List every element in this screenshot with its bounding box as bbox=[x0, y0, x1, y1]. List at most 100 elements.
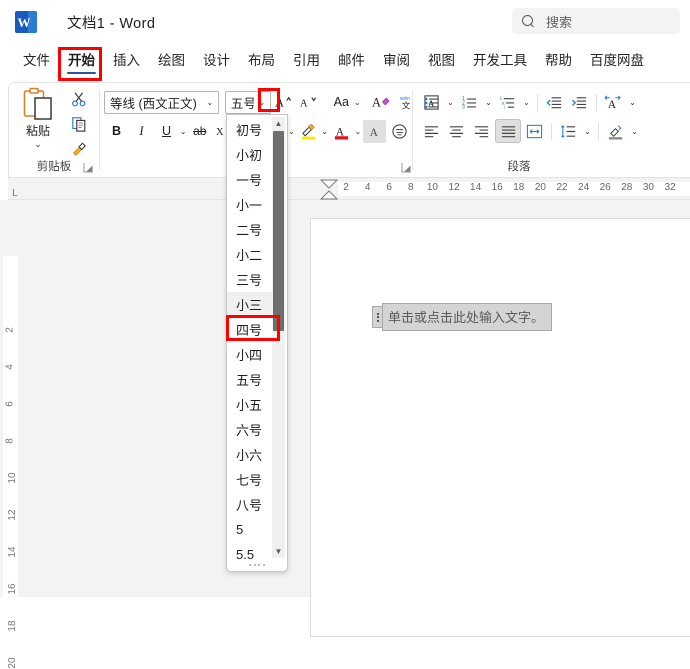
shading-chevron-down-icon[interactable]: ⌄ bbox=[628, 120, 641, 143]
font-size-dropdown-arrow[interactable]: ⌄ bbox=[254, 92, 270, 113]
font-size-option[interactable]: 小二 bbox=[227, 242, 272, 267]
ribbon-tab-design[interactable]: 设计 bbox=[194, 46, 239, 72]
sort-button[interactable]: A bbox=[602, 91, 625, 114]
ribbon-tab-mailings[interactable]: 邮件 bbox=[329, 46, 374, 72]
bold-button[interactable]: B bbox=[105, 120, 128, 143]
font-size-option[interactable]: 5 bbox=[227, 517, 272, 542]
font-size-option[interactable]: 小三 bbox=[227, 292, 272, 317]
cut-button[interactable] bbox=[66, 87, 92, 111]
ribbon-tab-draw[interactable]: 绘图 bbox=[149, 46, 194, 72]
font-size-option[interactable]: 小四 bbox=[227, 342, 272, 367]
indent-markers-icon[interactable] bbox=[319, 179, 339, 201]
sort-chevron-down-icon[interactable]: ⌄ bbox=[626, 91, 639, 114]
bullets-chevron-down-icon[interactable]: ⌄ bbox=[444, 91, 457, 114]
change-case-button[interactable]: Aa bbox=[330, 91, 353, 114]
font-size-option[interactable]: 小五 bbox=[227, 392, 272, 417]
font-size-option[interactable]: 初号 bbox=[227, 117, 272, 142]
chevron-down-icon[interactable]: ⌄ bbox=[34, 140, 42, 149]
ribbon-tab-file[interactable]: 文件 bbox=[14, 46, 59, 72]
font-size-option[interactable]: 五号 bbox=[227, 367, 272, 392]
ribbon-tab-help[interactable]: 帮助 bbox=[536, 46, 581, 72]
ruler-tick-v: 18 bbox=[7, 620, 19, 632]
document-page[interactable] bbox=[310, 218, 690, 637]
ribbon-tab-insert[interactable]: 插入 bbox=[104, 46, 149, 72]
horizontal-ruler[interactable]: 2 4 6 8 10 12 14 16 18 20 22 24 26 28 30 32 bbox=[8, 178, 690, 200]
text-highlight-button[interactable] bbox=[297, 120, 320, 143]
font-size-dropdown[interactable]: 初号 小初 一号 小一 二号 小二 三号 小三 四号 小四 五号 小五 六号 小六 七号 八号 5 5.5 ▲ ▼ bbox=[226, 114, 288, 572]
font-size-option[interactable]: 六号 bbox=[227, 417, 272, 442]
vertical-ruler[interactable]: 2 4 6 8 10 12 14 16 18 20 bbox=[0, 200, 19, 669]
line-spacing-button[interactable] bbox=[557, 120, 580, 143]
dropdown-scrollbar[interactable]: ▲ ▼ bbox=[272, 117, 285, 558]
paragraph-dialog-launcher[interactable] bbox=[401, 162, 412, 173]
font-size-option[interactable]: 一号 bbox=[227, 167, 272, 192]
ruler-tick-h: 26 bbox=[599, 182, 611, 193]
chevron-down-icon[interactable]: ⌄ bbox=[202, 92, 218, 113]
copy-button[interactable] bbox=[66, 112, 92, 136]
font-size-option[interactable]: 小一 bbox=[227, 192, 272, 217]
numbered-list-button[interactable]: 1 2 3 bbox=[458, 91, 481, 114]
font-name-combo[interactable]: 等线 (西文正文) ⌄ bbox=[104, 90, 219, 114]
ruler-tick-h: 28 bbox=[621, 182, 633, 193]
font-size-option[interactable]: 七号 bbox=[227, 467, 272, 492]
scrollbar-thumb[interactable] bbox=[273, 131, 284, 331]
ruler-tick-v: 16 bbox=[7, 583, 19, 595]
ribbon-tab-review[interactable]: 审阅 bbox=[374, 46, 419, 72]
text-effects-chevron-down-icon[interactable]: ⌄ bbox=[287, 120, 295, 143]
tab-stop-marker[interactable]: L bbox=[12, 188, 18, 199]
numbering-chevron-down-icon[interactable]: ⌄ bbox=[482, 91, 495, 114]
line-spacing-chevron-down-icon[interactable]: ⌄ bbox=[581, 120, 594, 143]
content-control-placeholder[interactable]: 单击或点击此处输入文字。 bbox=[372, 302, 553, 332]
align-center-button[interactable] bbox=[445, 120, 468, 143]
font-size-combo[interactable]: 五号 ⌄ bbox=[224, 90, 271, 114]
font-size-option[interactable]: 四号 bbox=[227, 317, 272, 342]
align-left-icon bbox=[423, 123, 440, 140]
shrink-font-button[interactable]: A bbox=[297, 91, 320, 114]
clipboard-dialog-launcher[interactable] bbox=[83, 162, 94, 173]
font-color-chevron-down-icon[interactable]: ⌄ bbox=[354, 120, 362, 143]
dropdown-resize-grip[interactable] bbox=[227, 560, 287, 569]
clear-formatting-button[interactable]: A bbox=[370, 91, 393, 114]
ruler-tick-h: 14 bbox=[470, 182, 482, 193]
underline-button[interactable]: U bbox=[155, 120, 178, 143]
increase-indent-button[interactable] bbox=[568, 91, 591, 114]
distribute-text-icon bbox=[526, 123, 543, 140]
font-size-option[interactable]: 八号 bbox=[227, 492, 272, 517]
multilevel-list-button[interactable]: 1 a i bbox=[496, 91, 519, 114]
underline-chevron-down-icon[interactable]: ⌄ bbox=[179, 120, 187, 143]
multilevel-chevron-down-icon[interactable]: ⌄ bbox=[520, 91, 533, 114]
line-spacing-icon bbox=[560, 123, 577, 140]
underline-label: U bbox=[161, 124, 172, 138]
justify-button[interactable] bbox=[495, 119, 521, 143]
change-case-chevron-down-icon[interactable]: ⌄ bbox=[354, 91, 361, 114]
ribbon-tab-baidu-netdisk[interactable]: 百度网盘 bbox=[581, 46, 653, 72]
character-shading-button[interactable]: A bbox=[363, 119, 386, 143]
font-size-option[interactable]: 三号 bbox=[227, 267, 272, 292]
font-color-button[interactable]: A bbox=[330, 120, 353, 143]
distribute-text-button[interactable] bbox=[523, 120, 546, 143]
font-size-option[interactable]: 小六 bbox=[227, 442, 272, 467]
bullet-list-button[interactable] bbox=[420, 91, 443, 114]
scroll-down-arrow-icon[interactable]: ▼ bbox=[272, 545, 285, 558]
shading-button[interactable] bbox=[604, 120, 627, 143]
grow-font-button[interactable]: A bbox=[272, 91, 295, 114]
paste-button[interactable]: 粘贴 ⌄ bbox=[15, 87, 61, 149]
ribbon-tab-developer[interactable]: 开发工具 bbox=[464, 46, 536, 72]
align-left-button[interactable] bbox=[420, 120, 443, 143]
highlight-chevron-down-icon[interactable]: ⌄ bbox=[321, 120, 329, 143]
ribbon-tab-layout[interactable]: 布局 bbox=[239, 46, 284, 72]
ruler-tick-h: 2 bbox=[343, 182, 349, 193]
enclose-characters-button[interactable] bbox=[388, 120, 411, 143]
search-box[interactable]: 搜索 bbox=[512, 8, 680, 34]
italic-button[interactable]: I bbox=[130, 120, 153, 143]
align-right-button[interactable] bbox=[470, 120, 493, 143]
ribbon-tab-home[interactable]: 开始 bbox=[59, 46, 104, 74]
strikethrough-button[interactable]: ab bbox=[188, 120, 211, 143]
ribbon-tab-view[interactable]: 视图 bbox=[419, 46, 464, 72]
ruler-tick-v: 14 bbox=[7, 546, 19, 558]
font-size-option[interactable]: 二号 bbox=[227, 217, 272, 242]
decrease-indent-button[interactable] bbox=[543, 91, 566, 114]
ribbon-tab-references[interactable]: 引用 bbox=[284, 46, 329, 72]
font-size-option[interactable]: 小初 bbox=[227, 142, 272, 167]
scroll-up-arrow-icon[interactable]: ▲ bbox=[272, 117, 285, 130]
